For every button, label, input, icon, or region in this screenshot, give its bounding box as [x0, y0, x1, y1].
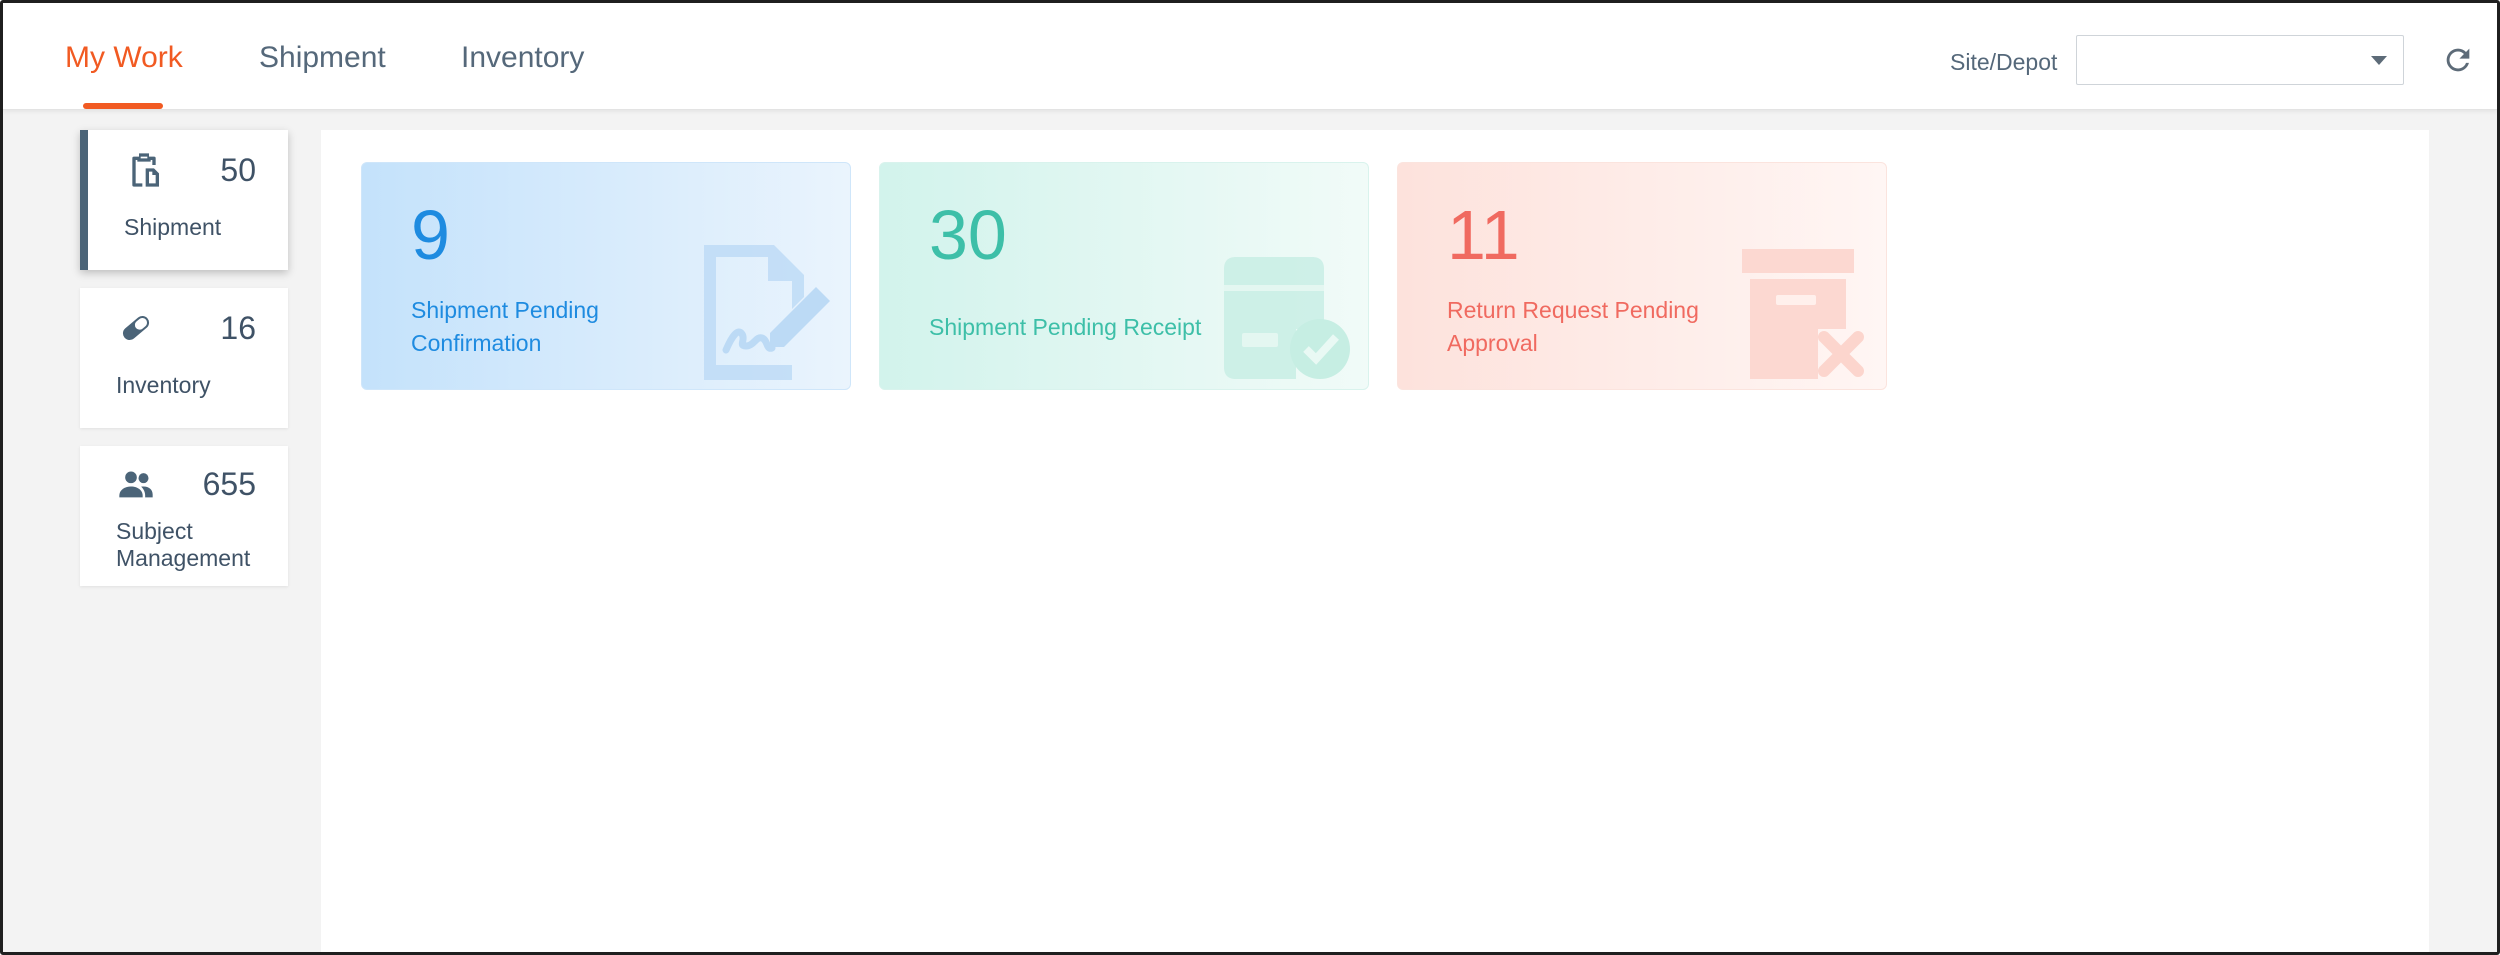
- card-shipment-pending-confirmation[interactable]: 9 Shipment Pending Confirmation: [361, 162, 851, 390]
- app-window: My Work Shipment Inventory Site/Depot 50…: [0, 0, 2500, 955]
- clipboard-copy-icon: [132, 153, 159, 187]
- shipment-count: 50: [220, 152, 256, 188]
- card-shipment-pending-receipt[interactable]: 30 Shipment Pending Receipt: [879, 162, 1369, 390]
- main-content-panel: 9 Shipment Pending Confirmation 30 Shipm…: [321, 130, 2429, 952]
- refresh-icon[interactable]: [2441, 43, 2475, 77]
- archive-x-icon: [1742, 249, 1864, 379]
- tab-inventory[interactable]: Inventory: [461, 41, 584, 75]
- tab-my-work[interactable]: My Work: [65, 41, 183, 75]
- sidebar-card-label: Shipment: [124, 214, 222, 240]
- tab-shipment[interactable]: Shipment: [259, 41, 386, 75]
- sidebar-card-shipment[interactable]: 50 Shipment: [80, 130, 288, 270]
- pill-icon: [122, 315, 150, 341]
- sidebar-card-subject-management[interactable]: 655 Subject Management: [80, 446, 288, 586]
- site-depot-label: Site/Depot: [1950, 49, 2058, 75]
- document-sign-icon: [704, 245, 830, 380]
- chevron-down-icon[interactable]: [2371, 56, 2387, 65]
- package-check-icon: [1224, 257, 1350, 379]
- card-label: Shipment Pending Confirmation: [411, 297, 599, 356]
- sidebar-card-label: Subject Management: [116, 518, 251, 571]
- card-label: Return Request Pending Approval: [1447, 297, 1699, 356]
- card-return-request-pending-approval[interactable]: 11 Return Request Pending Approval: [1397, 162, 1887, 390]
- card-value: 11: [1447, 196, 1520, 274]
- sidebar-card-inventory[interactable]: 16 Inventory: [80, 288, 288, 428]
- inventory-count: 16: [220, 310, 256, 346]
- active-tab-indicator: [83, 103, 163, 109]
- subject-management-count: 655: [202, 466, 256, 502]
- people-icon: [119, 471, 153, 498]
- site-depot-select[interactable]: [2076, 35, 2404, 85]
- card-value: 30: [929, 196, 1007, 274]
- card-value: 9: [411, 196, 450, 274]
- top-navigation-bar: My Work Shipment Inventory Site/Depot: [3, 3, 2497, 110]
- card-label: Shipment Pending Receipt: [929, 314, 1202, 340]
- sidebar-card-label: Inventory: [116, 372, 211, 398]
